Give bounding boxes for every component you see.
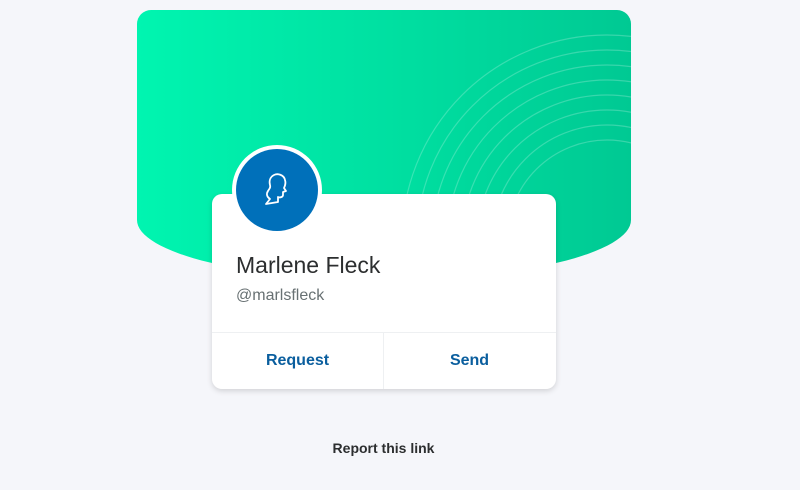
send-button[interactable]: Send: [384, 333, 555, 389]
request-button[interactable]: Request: [212, 333, 383, 389]
avatar: [232, 145, 322, 235]
profile-handle: @marlsfleck: [236, 287, 325, 304]
profile-silhouette-icon: [265, 173, 287, 205]
profile-name: Marlene Fleck: [236, 252, 381, 278]
report-link[interactable]: Report this link: [0, 440, 767, 456]
page: Marlene Fleck @marlsfleck Request Send R…: [0, 0, 800, 490]
avatar-circle: [236, 149, 318, 231]
